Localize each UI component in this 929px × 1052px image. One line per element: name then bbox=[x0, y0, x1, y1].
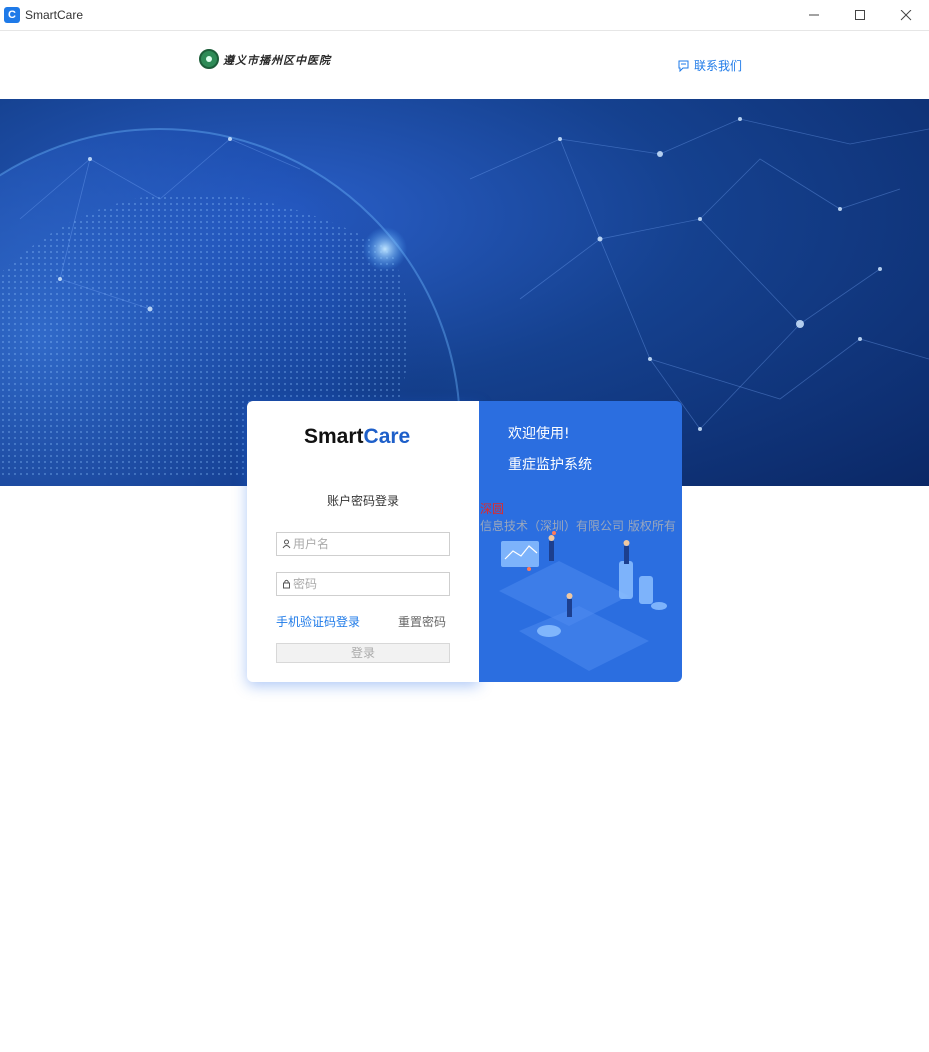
copyright-text: 信息技术（深圳）有限公司 版权所有 bbox=[480, 519, 676, 533]
reset-password-link[interactable]: 重置密码 bbox=[398, 613, 446, 630]
system-name: 重症监护系统 bbox=[508, 457, 592, 473]
username-input[interactable] bbox=[293, 533, 443, 555]
close-button[interactable] bbox=[883, 0, 929, 31]
contact-us-label: 联系我们 bbox=[694, 59, 743, 73]
promo-panel: 欢迎使用! 重症监护系统 bbox=[479, 401, 682, 682]
window-titlebar: C SmartCare bbox=[0, 0, 929, 31]
monitoring-illustration bbox=[499, 531, 667, 671]
brand-prefix: Smart bbox=[304, 425, 364, 448]
contact-us-link[interactable]: 联系我们 bbox=[677, 57, 742, 74]
login-title: 账户密码登录 bbox=[326, 494, 399, 508]
welcome-text: 欢迎使用! bbox=[508, 426, 570, 442]
login-panel: SmartCare 账户密码登录 手机验证码登录 重置密码 登录 bbox=[247, 401, 479, 682]
window-title: SmartCare bbox=[25, 8, 84, 22]
login-button[interactable]: 登录 bbox=[276, 643, 450, 663]
maximize-button[interactable] bbox=[837, 0, 883, 31]
password-input[interactable] bbox=[293, 573, 443, 595]
close-icon bbox=[900, 10, 912, 21]
username-field[interactable] bbox=[276, 532, 450, 556]
chat-bubble-icon bbox=[678, 60, 689, 72]
user-icon bbox=[282, 539, 291, 549]
minimize-button[interactable] bbox=[791, 0, 837, 31]
minimize-icon bbox=[809, 14, 819, 16]
smartcare-logo: SmartCare bbox=[304, 425, 410, 449]
hospital-logo-icon bbox=[199, 49, 219, 69]
brand-suffix: Care bbox=[363, 425, 411, 448]
maximize-icon bbox=[855, 10, 865, 20]
sms-login-link[interactable]: 手机验证码登录 bbox=[276, 613, 360, 630]
hospital-name: 遵义市播州区中医院 bbox=[223, 54, 331, 67]
lock-icon bbox=[283, 579, 290, 589]
page-header: 遵义市播州区中医院 联系我们 bbox=[0, 31, 929, 99]
app-icon: C bbox=[4, 7, 20, 23]
password-field[interactable] bbox=[276, 572, 450, 596]
overlay-red-text: 深圆 bbox=[480, 502, 505, 516]
